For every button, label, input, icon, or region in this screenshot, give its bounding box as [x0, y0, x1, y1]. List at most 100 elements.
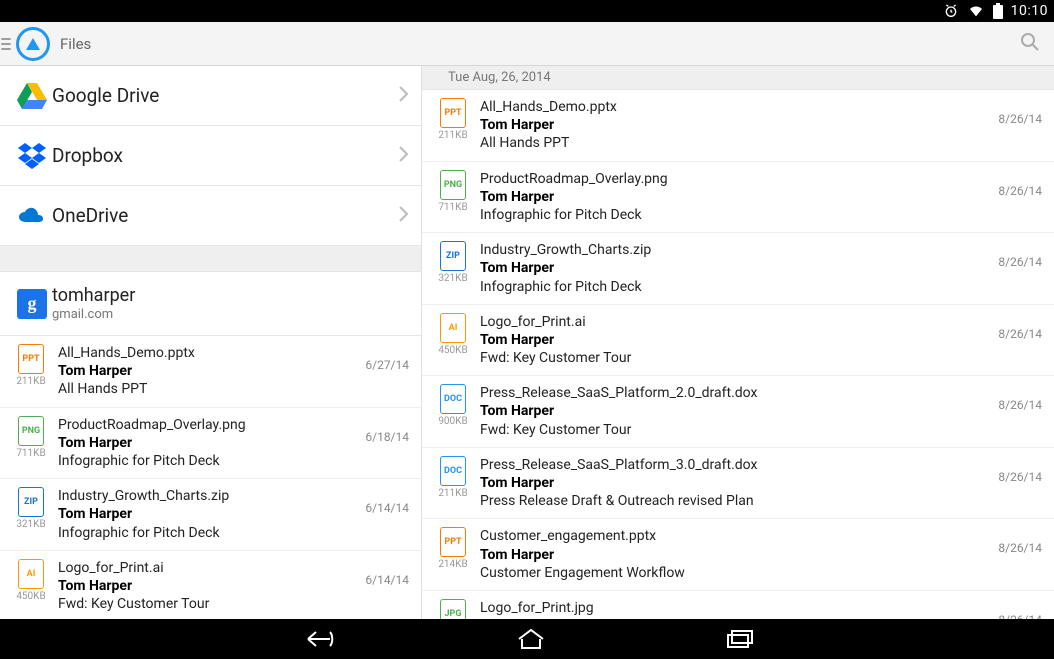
- file-name: Press_Release_SaaS_Platform_2.0_draft.do…: [480, 384, 982, 402]
- doc-file-icon: DOC: [440, 384, 466, 414]
- file-row[interactable]: JPG987KBLogo_for_Print.jpgTom HarperFwd:…: [422, 591, 1054, 619]
- file-owner: Tom Harper: [480, 259, 982, 277]
- file-row[interactable]: AI450KBLogo_for_Print.aiTom HarperFwd: K…: [0, 551, 421, 619]
- file-desc: Infographic for Pitch Deck: [480, 206, 982, 224]
- file-name: Customer_engagement.pptx: [480, 527, 982, 545]
- file-name: Press_Release_SaaS_Platform_3.0_draft.do…: [480, 456, 982, 474]
- file-desc: Infographic for Pitch Deck: [58, 452, 349, 470]
- file-name: All_Hands_Demo.pptx: [480, 98, 982, 116]
- file-owner: Tom Harper: [58, 362, 349, 380]
- account-row[interactable]: g tomharper gmail.com: [0, 272, 421, 336]
- file-row[interactable]: PNG 711KB ProductRoadmap_Overlay.pngTom Ha…: [422, 162, 1054, 234]
- chevron-right-icon: [397, 205, 409, 227]
- png-file-icon: PNG: [440, 170, 466, 200]
- file-date: 8/26/14: [982, 241, 1042, 269]
- provider-google-drive[interactable]: Google Drive: [0, 66, 421, 126]
- ppt-file-icon: PPT: [18, 344, 44, 374]
- file-size: 711KB: [432, 202, 474, 213]
- file-name: Industry_Growth_Charts.zip: [58, 487, 349, 505]
- file-date: 8/26/14: [982, 170, 1042, 198]
- provider-label: OneDrive: [52, 204, 397, 227]
- zip-file-icon: ZIP: [18, 487, 44, 517]
- file-date: 8/26/14: [982, 599, 1042, 619]
- provider-dropbox[interactable]: Dropbox: [0, 126, 421, 186]
- left-file-list: PPT 211KB All_Hands_Demo.pptxTom HarperAll…: [0, 336, 421, 619]
- file-name: Industry_Growth_Charts.zip: [480, 241, 982, 259]
- google-drive-icon: [12, 83, 52, 109]
- ai-file-icon: AI: [18, 559, 44, 589]
- chevron-right-icon: [397, 145, 409, 167]
- chevron-right-icon: [397, 85, 409, 107]
- file-date: 8/26/14: [982, 527, 1042, 555]
- file-desc: All Hands PPT: [58, 380, 349, 398]
- file-name: ProductRoadmap_Overlay.png: [58, 416, 349, 434]
- file-size: 450KB: [432, 345, 474, 356]
- file-date: 6/18/14: [349, 416, 409, 444]
- nav-recent-icon[interactable]: [726, 629, 754, 649]
- file-size: 211KB: [432, 130, 474, 141]
- doc-file-icon: DOC: [440, 456, 466, 486]
- file-owner: Tom Harper: [480, 546, 982, 564]
- onedrive-icon: [12, 203, 52, 229]
- app-logo-icon[interactable]: [16, 27, 50, 61]
- date-section-header: Tue Aug, 26, 2014: [422, 66, 1054, 90]
- search-icon[interactable]: [1018, 30, 1042, 58]
- nav-home-icon[interactable]: [516, 628, 546, 650]
- file-size: 211KB: [432, 488, 474, 499]
- file-name: Logo_for_Print.jpg: [480, 599, 982, 617]
- file-name: All_Hands_Demo.pptx: [58, 344, 349, 362]
- file-row[interactable]: AI450KBLogo_for_Print.aiTom HarperFwd: K…: [422, 305, 1054, 377]
- file-name: Logo_for_Print.ai: [480, 313, 982, 331]
- ppt-file-icon: PPT: [440, 527, 466, 557]
- file-desc: Infographic for Pitch Deck: [480, 278, 982, 296]
- account-name: tomharper: [52, 285, 409, 307]
- file-row[interactable]: PPT211KBAll_Hands_Demo.pptxTom HarperAll…: [422, 90, 1054, 162]
- menu-icon[interactable]: [0, 22, 14, 66]
- left-pane: Google Drive Dropbox OneDrive: [0, 66, 422, 619]
- file-row[interactable]: ZIP 321KB Industry_Growth_Charts.zipTom Ha…: [422, 233, 1054, 305]
- file-desc: Fwd: Key Customer Tour: [480, 349, 982, 367]
- nav-back-icon[interactable]: [300, 628, 336, 650]
- file-row[interactable]: PNG711KBProductRoadmap_Overlay.pngTom Ha…: [0, 408, 421, 480]
- file-date: 8/26/14: [982, 98, 1042, 126]
- file-row[interactable]: PPT 214KB Customer_engagement.pptxTom Harp…: [422, 519, 1054, 591]
- right-pane: Tue Aug, 26, 2014 PPT 211KB All_Hands_Demo…: [422, 66, 1054, 619]
- zip-file-icon: ZIP: [440, 241, 466, 271]
- ai-file-icon: AI: [440, 313, 466, 343]
- app-bar: Files: [0, 22, 1054, 66]
- dropbox-icon: [12, 143, 52, 169]
- divider-gap: [0, 246, 421, 272]
- google-account-icon: g: [17, 289, 47, 319]
- status-time: 10:10: [1011, 3, 1048, 19]
- file-date: 8/26/14: [982, 384, 1042, 412]
- provider-onedrive[interactable]: OneDrive: [0, 186, 421, 246]
- ppt-file-icon: PPT: [440, 98, 466, 128]
- file-size: 450KB: [10, 591, 52, 602]
- provider-label: Dropbox: [52, 144, 397, 167]
- file-desc: Customer Engagement Workflow: [480, 564, 982, 582]
- file-name: ProductRoadmap_Overlay.png: [480, 170, 982, 188]
- file-desc: Press Release Draft & Outreach revised P…: [480, 492, 982, 510]
- file-size: 900KB: [432, 416, 474, 427]
- file-date: 6/27/14: [349, 344, 409, 372]
- android-nav-bar: [0, 619, 1054, 659]
- file-date: 8/26/14: [982, 456, 1042, 484]
- file-owner: Tom Harper: [480, 188, 982, 206]
- provider-label: Google Drive: [52, 84, 397, 107]
- file-size: 321KB: [432, 273, 474, 284]
- file-owner: Tom Harper: [480, 116, 982, 134]
- file-desc: Fwd: Key Customer Tour: [58, 595, 349, 613]
- file-row[interactable]: DOC 900KB Press_Release_SaaS_Platform_2.0_…: [422, 376, 1054, 448]
- file-date: 6/14/14: [349, 487, 409, 515]
- file-row[interactable]: DOC 211KB Press_Release_SaaS_Platform_3.0_…: [422, 448, 1054, 520]
- file-row[interactable]: ZIP321KBIndustry_Growth_Charts.zipTom Ha…: [0, 479, 421, 551]
- file-desc: Fwd: Key Customer Tour: [480, 421, 982, 439]
- battery-icon: [993, 3, 1003, 19]
- file-size: 211KB: [10, 376, 52, 387]
- file-size: 214KB: [432, 559, 474, 570]
- file-date: 6/14/14: [349, 559, 409, 587]
- file-row[interactable]: PPT 211KB All_Hands_Demo.pptxTom HarperAll…: [0, 336, 421, 408]
- file-name: Logo_for_Print.ai: [58, 559, 349, 577]
- app-title: Files: [60, 35, 91, 53]
- account-domain: gmail.com: [52, 307, 409, 323]
